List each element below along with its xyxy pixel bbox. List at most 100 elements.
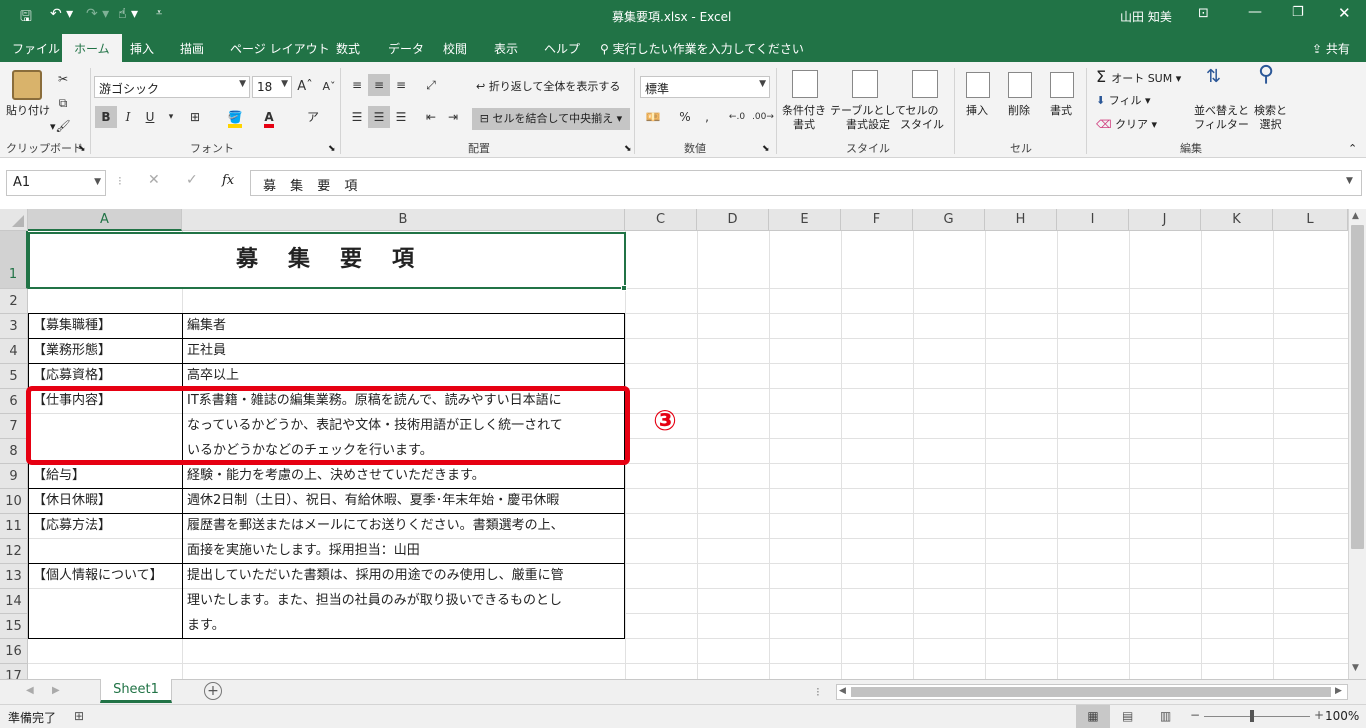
align-right-icon[interactable]: ☰	[390, 106, 412, 128]
row-header-5[interactable]: 5	[0, 364, 28, 389]
percent-style-button[interactable]: %	[674, 106, 696, 128]
conditional-formatting-button[interactable]: 条件付き 書式	[782, 104, 826, 132]
comma-style-button[interactable]: ,	[696, 106, 718, 128]
paste-button[interactable]: 貼り付け	[6, 104, 50, 118]
decrease-font-size-icon[interactable]: Aˇ	[318, 76, 340, 98]
column-header-g[interactable]: G	[913, 209, 985, 231]
save-icon[interactable]: 🖫	[20, 6, 32, 30]
tab-help[interactable]: ヘルプ	[544, 40, 580, 57]
clear-button[interactable]: ⌫ クリア ▾	[1096, 118, 1157, 132]
zoom-in-icon[interactable]: +	[1314, 708, 1324, 722]
find-select-button[interactable]: 検索と 選択	[1254, 104, 1287, 132]
row-header-12[interactable]: 12	[0, 539, 28, 564]
font-launcher-icon[interactable]: ⬊	[328, 142, 336, 156]
redo-icon[interactable]: ↷ ▾	[86, 6, 109, 22]
label-cell[interactable]: 【応募資格】	[30, 363, 182, 388]
value-cell[interactable]: 履歴書を郵送またはメールにてお送りください。書類選考の上、	[184, 513, 625, 538]
find-select-icon[interactable]: ⚲	[1258, 64, 1274, 86]
underline-button[interactable]: U	[139, 106, 161, 128]
tell-me-search[interactable]: ⚲ 実行したい作業を入力してください	[600, 40, 804, 57]
value-cell[interactable]: ます。	[184, 613, 625, 638]
format-as-table-button[interactable]: テーブルとして 書式設定	[830, 104, 906, 132]
insert-cells-button[interactable]: 挿入	[966, 104, 988, 118]
scroll-up-icon[interactable]: ▲	[1352, 211, 1359, 221]
label-cell[interactable]: 【募集職種】	[30, 313, 182, 338]
tab-view[interactable]: 表示	[494, 40, 518, 57]
page-break-view-icon[interactable]: ▥	[1160, 709, 1171, 723]
decrease-indent-icon[interactable]: ⇤	[420, 106, 442, 128]
tab-formulas[interactable]: 数式	[336, 40, 360, 57]
label-cell[interactable]: 【給与】	[30, 463, 182, 488]
customize-qat-icon[interactable]: ⩡	[156, 6, 162, 20]
row-header-17[interactable]: 17	[0, 664, 28, 679]
column-header-a[interactable]: A	[28, 209, 182, 231]
page-layout-view-icon[interactable]: ▤	[1122, 709, 1133, 723]
label-cell[interactable]: 【応募方法】	[30, 513, 182, 538]
formula-input[interactable]: 募 集 要 項	[250, 170, 1362, 196]
row-header-6[interactable]: 6	[0, 389, 28, 414]
tab-review[interactable]: 校閲	[443, 40, 467, 57]
cell-styles-button[interactable]: セルの スタイル	[900, 104, 944, 132]
align-center-icon[interactable]: ☰	[368, 106, 390, 128]
share-button[interactable]: ⇪ 共有	[1312, 40, 1350, 57]
autosum-button[interactable]: Σ オート SUM ▾	[1096, 69, 1181, 86]
column-header-k[interactable]: K	[1201, 209, 1273, 231]
tab-draw[interactable]: 描画	[180, 40, 204, 57]
user-name[interactable]: 山田 知美	[1120, 8, 1172, 25]
bold-button[interactable]: B	[95, 106, 117, 128]
formula-bar-options-icon[interactable]: ⁝	[118, 174, 122, 188]
expand-formula-bar-icon[interactable]: ▼	[1346, 176, 1353, 186]
row-header-13[interactable]: 13	[0, 564, 28, 589]
label-cell[interactable]: 【休日休暇】	[30, 488, 182, 513]
align-bottom-icon[interactable]: ≡	[390, 74, 412, 96]
column-header-j[interactable]: J	[1129, 209, 1201, 231]
zoom-level[interactable]: 100%	[1325, 709, 1359, 723]
minimize-icon[interactable]: —	[1248, 4, 1262, 20]
zoom-slider[interactable]	[1204, 716, 1310, 717]
row-header-3[interactable]: 3	[0, 314, 28, 339]
value-cell[interactable]: 面接を実施いたします。採用担当：山田	[184, 538, 625, 563]
cut-icon[interactable]: ✂	[52, 68, 74, 90]
value-cell[interactable]: 編集者	[184, 313, 625, 338]
font-size-combo[interactable]: 18 ▼	[252, 76, 292, 98]
format-as-table-icon[interactable]	[852, 70, 878, 98]
undo-icon[interactable]: ↶ ▾	[50, 6, 73, 22]
tab-page-layout[interactable]: ページ レイアウト	[230, 40, 330, 57]
accounting-format-icon[interactable]: 💴	[642, 106, 664, 128]
column-header-i[interactable]: I	[1057, 209, 1129, 231]
increase-decimal-icon[interactable]: ←.0	[726, 106, 748, 128]
wrap-text-button[interactable]: ↩ 折り返して全体を表示する	[476, 80, 620, 94]
row-header-9[interactable]: 9	[0, 464, 28, 489]
row-header-1[interactable]: 1	[0, 231, 28, 289]
align-left-icon[interactable]: ☰	[346, 106, 368, 128]
column-header-l[interactable]: L	[1273, 209, 1348, 231]
restore-icon[interactable]: ❐	[1292, 5, 1304, 20]
next-sheet-icon[interactable]: ▶	[52, 685, 60, 696]
scroll-right-icon[interactable]: ▶	[1335, 686, 1342, 696]
hscroll-thumb[interactable]	[851, 687, 1331, 697]
copy-icon[interactable]: ⧉	[52, 92, 74, 114]
add-sheet-icon[interactable]: +	[204, 682, 222, 700]
fill-color-icon[interactable]: 🪣	[224, 106, 246, 128]
normal-view-icon[interactable]: ▦	[1076, 705, 1110, 728]
align-middle-icon[interactable]: ≡	[368, 74, 390, 96]
tab-file[interactable]: ファイル	[12, 40, 60, 57]
insert-cells-icon[interactable]	[966, 72, 990, 98]
cell-styles-icon[interactable]	[912, 70, 938, 98]
close-icon[interactable]: ✕	[1338, 4, 1351, 22]
scroll-thumb[interactable]	[1351, 225, 1364, 549]
row-header-15[interactable]: 15	[0, 614, 28, 639]
horizontal-scrollbar[interactable]: ◀ ▶	[836, 684, 1348, 700]
touch-mode-icon[interactable]: ☝ ▾	[118, 6, 138, 22]
number-format-combo[interactable]: 標準 ▼	[640, 76, 770, 98]
prev-sheet-icon[interactable]: ◀	[26, 685, 34, 696]
row-header-4[interactable]: 4	[0, 339, 28, 364]
value-cell[interactable]: 提出していただいた書類は、採用の用途でのみ使用し、厳重に管	[184, 563, 625, 588]
column-header-h[interactable]: H	[985, 209, 1057, 231]
cancel-entry-icon[interactable]: ✕	[148, 172, 160, 188]
split-handle-icon[interactable]: ⁝	[816, 685, 820, 699]
scroll-left-icon[interactable]: ◀	[839, 686, 846, 696]
column-header-b[interactable]: B	[182, 209, 625, 231]
worksheet-grid[interactable]: A B C D E F G H I J K L 1 2 3 4 5 6 7 8 …	[0, 209, 1348, 679]
label-cell[interactable]: 【業務形態】	[30, 338, 182, 363]
